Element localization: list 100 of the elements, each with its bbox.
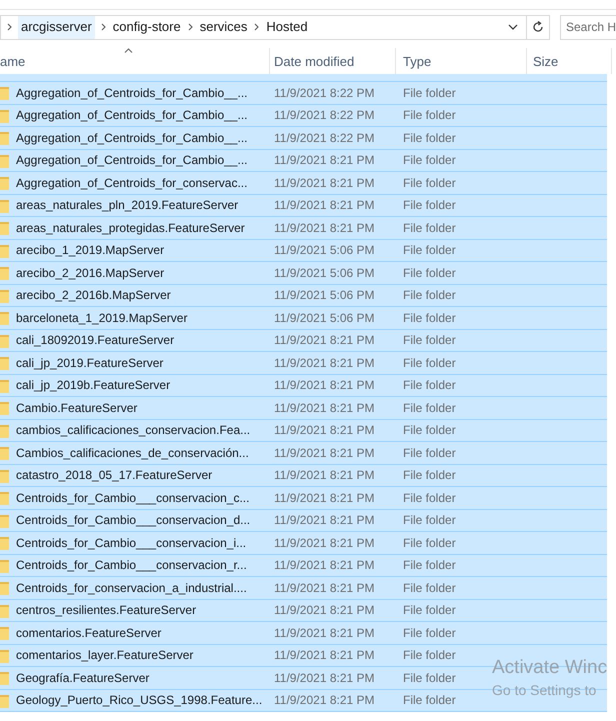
file-row[interactable]: Aggregation_of_Centroids_for_Cambio__... 11/9/2021 8:22 PM File folder [0,104,607,127]
column-header[interactable]: Size [529,52,558,71]
folder-icon [0,536,9,550]
file-name: Centroids_for_Cambio___conservacion_r... [16,557,247,574]
file-row[interactable]: areas_naturales_pln_2019.FeatureServer 11/9/2021 8:21 PM File folder [0,194,607,217]
folder-icon [0,626,9,640]
file-name: Aggregation_of_Centroids_for_Cambio__... [16,152,248,170]
folder-icon [0,468,9,482]
file-row[interactable]: Cambios_calificaciones_de_conservación... 11/9/2021 8:21 PM File folder [0,442,607,464]
file-type: File folder [403,220,456,237]
file-row[interactable]: arecibo_1_2019.MapServer 11/9/2021 5:06 PM File folder [0,240,607,262]
file-row[interactable]: barceloneta_1_2019.MapServer 11/9/2021 5:06 PM File folder [0,307,607,330]
file-row[interactable]: cali_18092019.FeatureServer 11/9/2021 8:21 PM File folder [0,330,607,352]
folder-icon [0,334,9,348]
search-field[interactable]: Search H [560,14,616,40]
folder-icon [0,176,9,190]
file-type: File folder [403,400,456,417]
file-name: Aggregation_of_Centroids_for_conservac... [16,174,248,192]
file-name: Aggregation_of_Centroids_for_Cambio__... [16,84,248,102]
date-modified: 11/9/2021 8:21 PM [274,377,375,394]
date-modified: 11/9/2021 8:21 PM [274,557,375,574]
dropdown-chevron-icon[interactable] [508,24,518,30]
date-modified: 11/9/2021 8:22 PM [274,107,375,124]
file-row[interactable]: arecibo_2_2016b.MapServer 11/9/2021 5:06 PM File folder [0,284,607,307]
date-modified: 11/9/2021 5:06 PM [274,242,375,260]
address-bar[interactable]: arcgisserver config-store services Hosted [0,14,550,40]
file-row[interactable]: Aggregation_of_Centroids_for_conservac... 11/9/2021 8:21 PM File folder [0,172,607,194]
file-type: File folder [403,512,456,530]
chevron-right-icon [188,23,193,31]
file-row[interactable]: Centroids_for_Cambio___conservacion_r... 11/9/2021 8:21 PM File folder [0,554,607,577]
column-header[interactable]: Type [399,52,432,71]
folder-icon [0,86,9,100]
file-name: cambios_calificaciones_conservacion.Fea... [16,422,250,440]
file-type: File folder [403,422,456,440]
folder-icon [0,604,9,618]
file-type: File folder [403,310,456,327]
file-name: Cambios_calificaciones_de_conservación... [16,444,249,462]
file-type: File folder [403,670,456,687]
file-type: File folder [403,534,456,552]
file-name: barceloneta_1_2019.MapServer [16,310,188,327]
date-modified: 11/9/2021 8:21 PM [274,444,375,462]
refresh-icon[interactable] [532,21,544,33]
file-name: areas_naturales_protegidas.FeatureServer [16,220,245,237]
file-name: catastro_2018_05_17.FeatureServer [16,467,212,484]
file-row[interactable]: cali_jp_2019b.FeatureServer 11/9/2021 8:21 PM File folder [0,374,607,397]
breadcrumb[interactable]: config-store [112,17,182,37]
file-row[interactable]: catastro_2018_05_17.FeatureServer 11/9/2021 8:21 PM File folder [0,464,607,487]
file-row[interactable]: Centroids_for_conservacion_a_industrial.... 11/9/2021 8:21 PM File folder [0,577,607,600]
folder-icon [0,491,9,505]
column-header[interactable]: ame [0,52,26,71]
date-modified: 11/9/2021 5:06 PM [274,264,375,282]
breadcrumb[interactable]: services [198,17,248,37]
folder-icon [0,266,9,280]
chevron-right-icon [254,23,260,31]
date-modified: 11/9/2021 5:06 PM [274,287,375,304]
date-modified: 11/9/2021 8:21 PM [274,580,375,597]
date-modified: 11/9/2021 8:21 PM [274,490,375,507]
file-row[interactable]: Cambio.FeatureServer 11/9/2021 8:21 PM File folder [0,397,607,420]
file-name: Centroids_for_Cambio___conservacion_i... [16,534,246,552]
date-modified: 11/9/2021 8:21 PM [274,197,375,214]
file-name: arecibo_1_2019.MapServer [16,242,164,260]
date-modified: 11/9/2021 8:21 PM [274,624,375,642]
date-modified: 11/9/2021 8:21 PM [274,332,375,350]
file-row[interactable]: cambios_calificaciones_conservacion.Fea... 11/9/2021 8:21 PM File folder [0,420,607,442]
file-type: File folder [403,444,456,462]
file-type: File folder [403,467,456,484]
file-row[interactable]: cali_jp_2019.FeatureServer 11/9/2021 8:21 PM File folder [0,352,607,374]
file-name: comentarios.FeatureServer [16,624,162,642]
file-type: File folder [403,624,456,642]
date-modified: 11/9/2021 8:21 PM [274,422,375,440]
breadcrumb[interactable]: Hosted [265,17,309,37]
folder-icon [0,671,9,685]
file-type: File folder [403,264,456,282]
column-header[interactable]: Date modified [270,52,354,71]
file-type: File folder [403,354,456,372]
file-row[interactable]: Aggregation_of_Centroids_for_Cambio__... 11/9/2021 8:22 PM File folder [0,127,607,150]
file-row[interactable]: Centroids_for_Cambio___conservacion_i... 11/9/2021 8:21 PM File folder [0,532,607,554]
file-type: File folder [403,152,456,170]
breadcrumb[interactable]: arcgisserver [18,16,95,38]
file-row[interactable]: Centroids_for_Cambio___conservacion_c... 11/9/2021 8:21 PM File folder [0,487,607,510]
file-row[interactable]: arecibo_2_2016.MapServer 11/9/2021 5:06 PM File folder [0,262,607,284]
file-row[interactable]: comentarios.FeatureServer 11/9/2021 8:21 PM File folder [0,622,607,644]
file-row[interactable]: Centroids_for_Cambio___conservacion_d... 11/9/2021 8:21 PM File folder [0,510,607,532]
folder-icon [0,648,9,662]
folder-icon [0,154,9,168]
file-row[interactable]: centros_resilientes.FeatureServer 11/9/2021 8:21 PM File folder [0,600,607,622]
file-row[interactable]: areas_naturales_protegidas.FeatureServer 11/9/2021 8:21 PM File folder [0,217,607,240]
date-modified: 11/9/2021 8:22 PM [274,84,375,102]
date-modified: 11/9/2021 8:21 PM [274,152,375,170]
file-row[interactable]: Aggregation_of_Centroids_for_Cambio__... 11/9/2021 8:22 PM File folder [0,82,607,104]
file-type: File folder [403,84,456,102]
file-name: centros_resilientes.FeatureServer [16,602,196,620]
date-modified: 11/9/2021 8:21 PM [274,354,375,372]
file-row[interactable]: Aggregation_of_Centroids_for_Cambio__... 11/9/2021 8:21 PM File folder [0,150,607,172]
file-name: Geografía.FeatureServer [16,670,150,687]
date-modified: 11/9/2021 8:21 PM [274,512,375,530]
folder-icon [0,694,9,708]
folder-icon [0,288,9,302]
chevron-right-icon [100,23,106,31]
file-name: Centroids_for_Cambio___conservacion_d... [16,512,250,530]
